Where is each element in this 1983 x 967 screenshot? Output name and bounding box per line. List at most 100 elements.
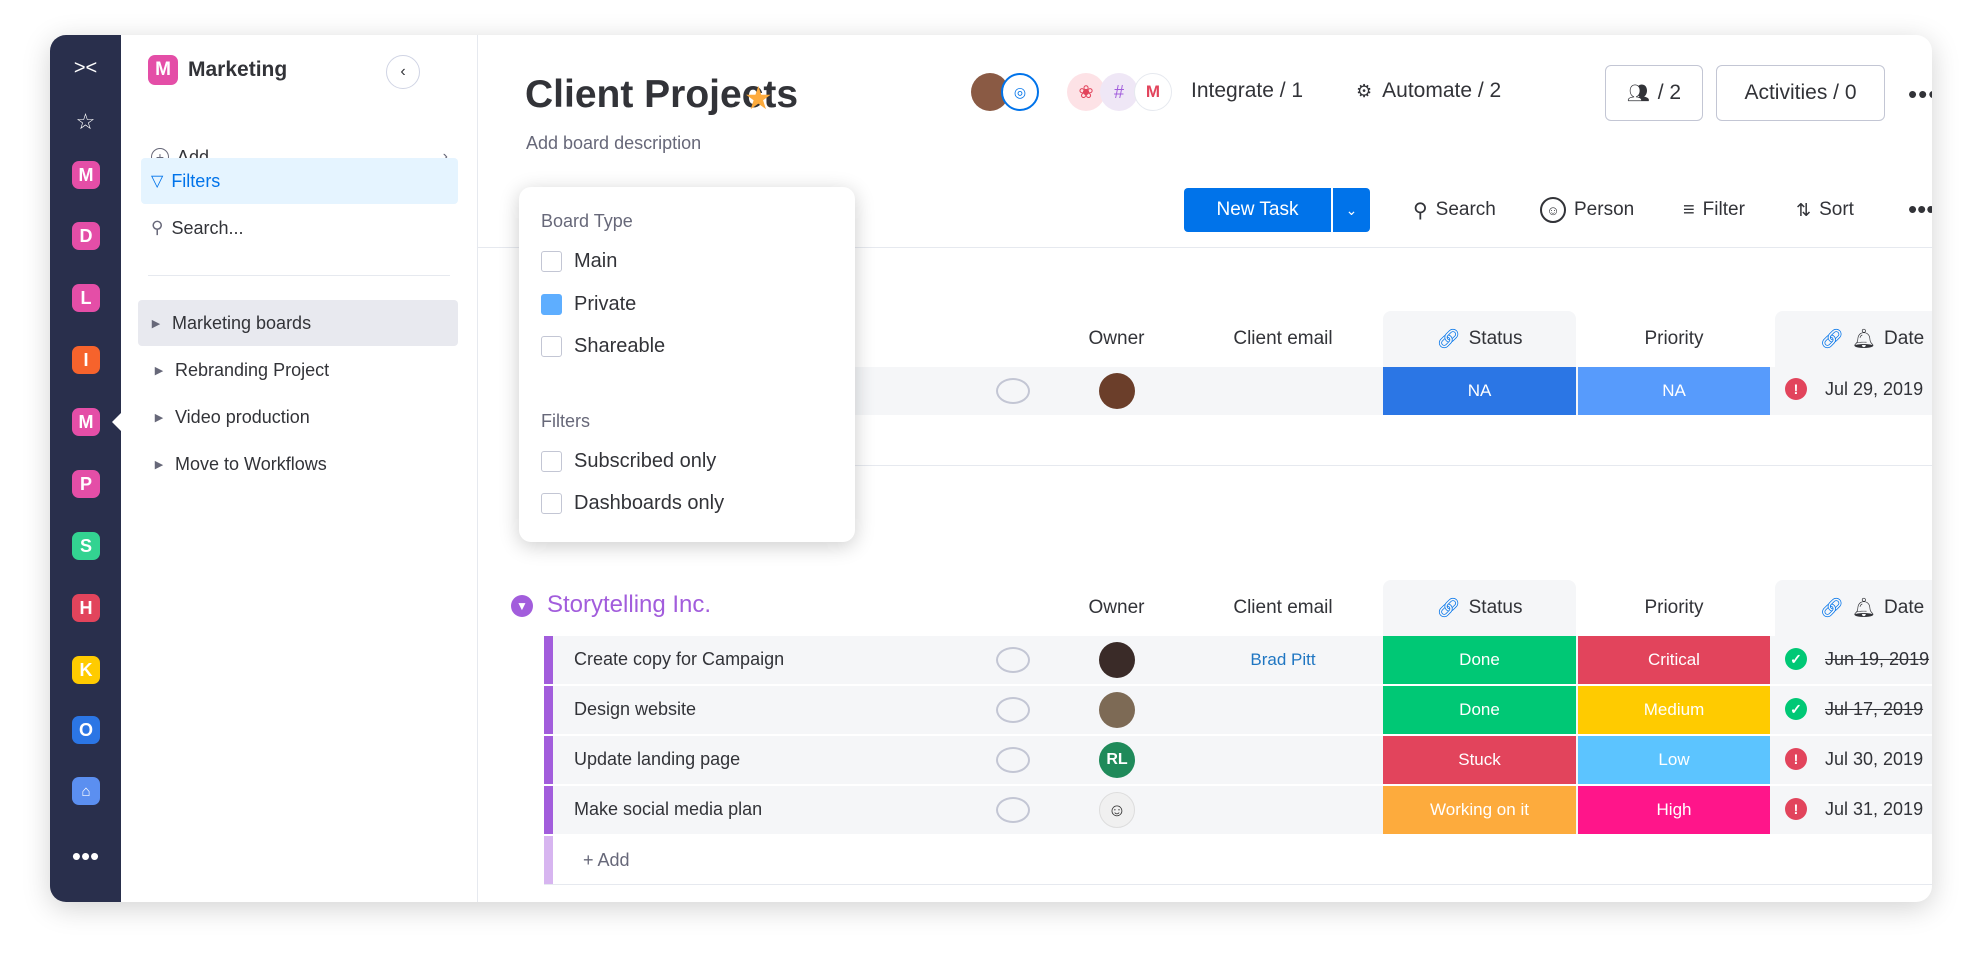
status-cell[interactable]: Done [1383, 686, 1576, 734]
comment-bubble-icon[interactable] [996, 747, 1030, 773]
workspace-m-active[interactable]: M [72, 408, 100, 436]
home-icon[interactable]: ⌂ [72, 777, 100, 805]
date-cell[interactable]: ✓ Jul 17, 2019 [1785, 698, 1923, 720]
workspace-header[interactable]: M Marketing [148, 55, 287, 85]
sidebar-item-move-to-workflows[interactable]: ▶ Move to Workflows [141, 441, 458, 487]
checkbox-checked[interactable] [541, 294, 562, 315]
status-cell[interactable]: NA [1383, 367, 1576, 415]
col-priority[interactable]: Priority [1578, 580, 1770, 636]
priority-cell[interactable]: NA [1578, 367, 1770, 415]
sidebar-item-marketing-boards[interactable]: ▶ Marketing boards [138, 300, 458, 346]
owner-avatar[interactable] [1099, 373, 1135, 409]
group-title[interactable]: Storytelling Inc. [547, 591, 711, 619]
workspace-d[interactable]: D [72, 222, 100, 250]
filter-option-dashboards[interactable]: Dashboards only [541, 492, 724, 515]
task-name[interactable]: Update landing page [574, 749, 740, 770]
group-color-bar [544, 636, 553, 684]
filter-option-shareable[interactable]: Shareable [541, 335, 665, 358]
board-menu-icon[interactable]: ••• [1908, 79, 1932, 110]
group-color-bar [544, 836, 553, 884]
status-cell[interactable]: Stuck [1383, 736, 1576, 784]
integrate-button[interactable]: Integrate / 1 [1191, 79, 1303, 103]
filter-option-private[interactable]: Private [541, 293, 636, 316]
client-email-cell[interactable] [1185, 736, 1381, 784]
slack-icon[interactable]: # [1100, 73, 1138, 111]
workspace-o[interactable]: O [72, 716, 100, 744]
priority-cell[interactable]: Medium [1578, 686, 1770, 734]
task-name[interactable]: Design website [574, 699, 696, 720]
date-cell[interactable]: ! Jul 30, 2019 [1785, 748, 1923, 770]
more-icon[interactable]: ••• [50, 841, 121, 871]
group-collapse-icon[interactable]: ▼ [511, 595, 533, 617]
priority-cell[interactable]: Critical [1578, 636, 1770, 684]
workspace-h[interactable]: H [72, 594, 100, 622]
filter-button[interactable]: ≡ Filter [1683, 188, 1745, 232]
add-item-button[interactable]: + Add [583, 850, 630, 871]
col-date[interactable]: 🔗︎ 🔔︎ Date [1775, 311, 1932, 367]
filter-option-main[interactable]: Main [541, 250, 617, 273]
col-client-email[interactable]: Client email [1185, 580, 1381, 636]
search-button[interactable]: ⚲ Search [1413, 188, 1496, 232]
col-owner[interactable]: Owner [1048, 580, 1185, 636]
col-priority[interactable]: Priority [1578, 311, 1770, 367]
priority-cell[interactable]: Low [1578, 736, 1770, 784]
status-cell[interactable]: Working on it [1383, 786, 1576, 834]
expand-collapse-icon[interactable]: >< [50, 51, 121, 85]
checkbox[interactable] [541, 251, 562, 272]
filter-option-subscribed[interactable]: Subscribed only [541, 450, 716, 473]
toolbar-menu-icon[interactable]: ••• [1908, 194, 1932, 225]
date-text: Jul 29, 2019 [1825, 378, 1924, 399]
checkbox[interactable] [541, 493, 562, 514]
workspace-k[interactable]: K [72, 656, 100, 684]
workspace-p[interactable]: P [72, 470, 100, 498]
members-button[interactable]: 👥︎ / 2 [1605, 65, 1703, 121]
task-name[interactable]: Make social media plan [574, 799, 762, 820]
favorites-star-icon[interactable]: ☆ [50, 105, 121, 139]
date-cell[interactable]: ! Jul 31, 2019 [1785, 798, 1923, 820]
sidebar-item-video-production[interactable]: ▶ Video production [141, 394, 458, 440]
col-date[interactable]: 🔗︎ 🔔︎ Date [1775, 580, 1932, 636]
board-description[interactable]: Add board description [526, 133, 701, 154]
sort-button[interactable]: ⇅ Sort [1796, 188, 1854, 232]
priority-cell[interactable]: High [1578, 786, 1770, 834]
activities-button[interactable]: Activities / 0 [1716, 65, 1885, 121]
comment-bubble-icon[interactable] [996, 647, 1030, 673]
status-cell[interactable]: Done [1383, 636, 1576, 684]
guest-access-icon[interactable]: ◎ [1001, 73, 1039, 111]
gmail-icon[interactable]: M [1134, 73, 1172, 111]
owner-avatar[interactable] [1099, 692, 1135, 728]
col-client-email[interactable]: Client email [1185, 311, 1381, 367]
comment-bubble-icon[interactable] [996, 797, 1030, 823]
task-name[interactable]: Create copy for Campaign [574, 649, 784, 670]
client-email-cell[interactable] [1185, 786, 1381, 834]
collapse-sidebar-button[interactable]: ‹ [386, 55, 420, 89]
alert-icon: ! [1785, 798, 1807, 820]
new-task-button[interactable]: New Task [1184, 188, 1331, 232]
automate-button[interactable]: ⚙ Automate / 2 [1356, 79, 1501, 103]
check-done-icon: ✓ [1785, 698, 1807, 720]
col-status[interactable]: 🔗︎ Status [1383, 580, 1576, 636]
checkbox[interactable] [541, 451, 562, 472]
client-email-cell[interactable]: Brad Pitt [1185, 636, 1381, 684]
col-owner[interactable]: Owner [1048, 311, 1185, 367]
comment-bubble-icon[interactable] [996, 697, 1030, 723]
workspace-i[interactable]: I [72, 346, 100, 374]
date-cell[interactable]: ! Jul 29, 2019 [1785, 378, 1923, 400]
person-filter-button[interactable]: ☺ Person [1540, 188, 1634, 232]
client-email-cell[interactable] [1185, 686, 1381, 734]
sidebar-search-button[interactable]: ⚲ Search... [141, 205, 458, 251]
col-status[interactable]: 🔗︎ Status [1383, 311, 1576, 367]
date-cell[interactable]: ✓ Jun 19, 2019 [1785, 648, 1929, 670]
sidebar-item-rebranding-project[interactable]: ▶ Rebranding Project [141, 347, 458, 393]
new-task-dropdown-button[interactable]: ⌄ [1333, 188, 1370, 232]
workspace-m-home[interactable]: M [72, 161, 100, 189]
favorite-star-icon[interactable]: ★ [744, 79, 773, 117]
workspace-s[interactable]: S [72, 532, 100, 560]
comment-bubble-icon[interactable] [996, 378, 1030, 404]
workspace-l[interactable]: L [72, 284, 100, 312]
owner-avatar[interactable]: ☺ [1099, 792, 1135, 828]
owner-avatar[interactable] [1099, 642, 1135, 678]
owner-avatar[interactable]: RL [1099, 742, 1135, 778]
sidebar-filters-button[interactable]: ▽ Filters [141, 158, 458, 204]
checkbox[interactable] [541, 336, 562, 357]
